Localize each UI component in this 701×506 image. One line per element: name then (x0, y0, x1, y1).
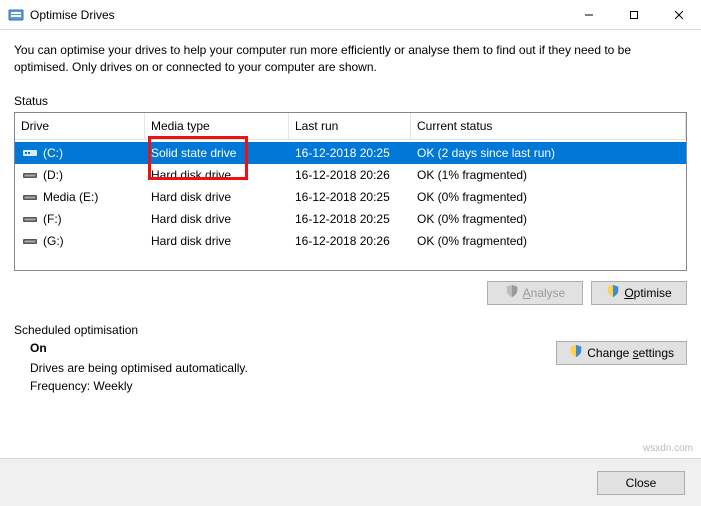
drive-name-cell: (C:) (15, 144, 145, 162)
drive-name: Media (E:) (43, 190, 98, 204)
app-icon (8, 7, 24, 23)
window-title: Optimise Drives (30, 8, 566, 22)
last-run-cell: 16-12-2018 20:26 (289, 166, 411, 184)
bottom-bar: Close (0, 458, 701, 506)
drive-name: (C:) (43, 146, 63, 160)
status-cell: OK (0% fragmented) (411, 188, 686, 206)
shield-icon (606, 284, 620, 301)
media-type-cell: Hard disk drive (145, 210, 289, 228)
analyse-button[interactable]: Analyse (487, 281, 583, 305)
drive-list-header: Drive Media type Last run Current status (15, 113, 686, 140)
scheduled-section-label: Scheduled optimisation (14, 323, 687, 337)
drive-icon (21, 169, 39, 181)
maximize-button[interactable] (611, 0, 656, 29)
drive-icon (21, 147, 39, 159)
status-cell: OK (2 days since last run) (411, 144, 686, 162)
close-window-button[interactable] (656, 0, 701, 29)
close-label: Close (626, 476, 657, 490)
drive-icon (21, 213, 39, 225)
shield-icon (569, 344, 583, 361)
drive-list: Drive Media type Last run Current status… (14, 112, 687, 271)
description-text: You can optimise your drives to help you… (14, 42, 687, 76)
column-header-last-run[interactable]: Last run (289, 113, 411, 139)
change-settings-label: Change settings (587, 346, 674, 360)
media-type-cell: Hard disk drive (145, 166, 289, 184)
status-cell: OK (0% fragmented) (411, 210, 686, 228)
drive-name-cell: (D:) (15, 166, 145, 184)
minimize-button[interactable] (566, 0, 611, 29)
status-cell: OK (1% fragmented) (411, 166, 686, 184)
drive-row[interactable]: Media (E:) Hard disk drive16-12-2018 20:2… (15, 186, 686, 208)
optimise-label: Optimise (624, 286, 671, 300)
column-header-media[interactable]: Media type (145, 113, 289, 139)
shield-icon (505, 284, 519, 301)
drive-row[interactable]: (G:) Hard disk drive16-12-2018 20:26OK (0… (15, 230, 686, 252)
drive-name: (F:) (43, 212, 62, 226)
drive-name-cell: (G:) (15, 232, 145, 250)
watermark-text: wsxdn.com (643, 443, 693, 454)
last-run-cell: 16-12-2018 20:25 (289, 188, 411, 206)
drive-icon (21, 191, 39, 203)
optimise-button[interactable]: Optimise (591, 281, 687, 305)
last-run-cell: 16-12-2018 20:25 (289, 210, 411, 228)
drive-icon (21, 235, 39, 247)
change-settings-button[interactable]: Change settings (556, 341, 687, 365)
column-header-drive[interactable]: Drive (15, 113, 145, 139)
drive-row[interactable]: (D:) Hard disk drive16-12-2018 20:26OK (1… (15, 164, 686, 186)
analyse-label: Analyse (523, 286, 566, 300)
media-type-cell: Hard disk drive (145, 232, 289, 250)
scheduled-desc-text: Drives are being optimised automatically… (30, 361, 556, 375)
last-run-cell: 16-12-2018 20:26 (289, 232, 411, 250)
close-button[interactable]: Close (597, 471, 685, 495)
status-cell: OK (0% fragmented) (411, 232, 686, 250)
drive-name-cell: Media (E:) (15, 188, 145, 206)
drive-row[interactable]: (F:) Hard disk drive16-12-2018 20:25OK (0… (15, 208, 686, 230)
column-header-status[interactable]: Current status (411, 113, 686, 139)
window-controls (566, 0, 701, 29)
scheduled-on-text: On (30, 341, 556, 355)
last-run-cell: 16-12-2018 20:25 (289, 144, 411, 162)
drive-name: (D:) (43, 168, 63, 182)
drive-row[interactable]: (C:) Solid state drive16-12-2018 20:25OK … (15, 142, 686, 164)
media-type-cell: Hard disk drive (145, 188, 289, 206)
drive-name: (G:) (43, 234, 64, 248)
scheduled-frequency-text: Frequency: Weekly (30, 379, 556, 393)
titlebar: Optimise Drives (0, 0, 701, 30)
status-section-label: Status (14, 94, 687, 108)
media-type-cell: Solid state drive (145, 144, 289, 162)
drive-name-cell: (F:) (15, 210, 145, 228)
action-button-row: Analyse Optimise (14, 271, 687, 319)
